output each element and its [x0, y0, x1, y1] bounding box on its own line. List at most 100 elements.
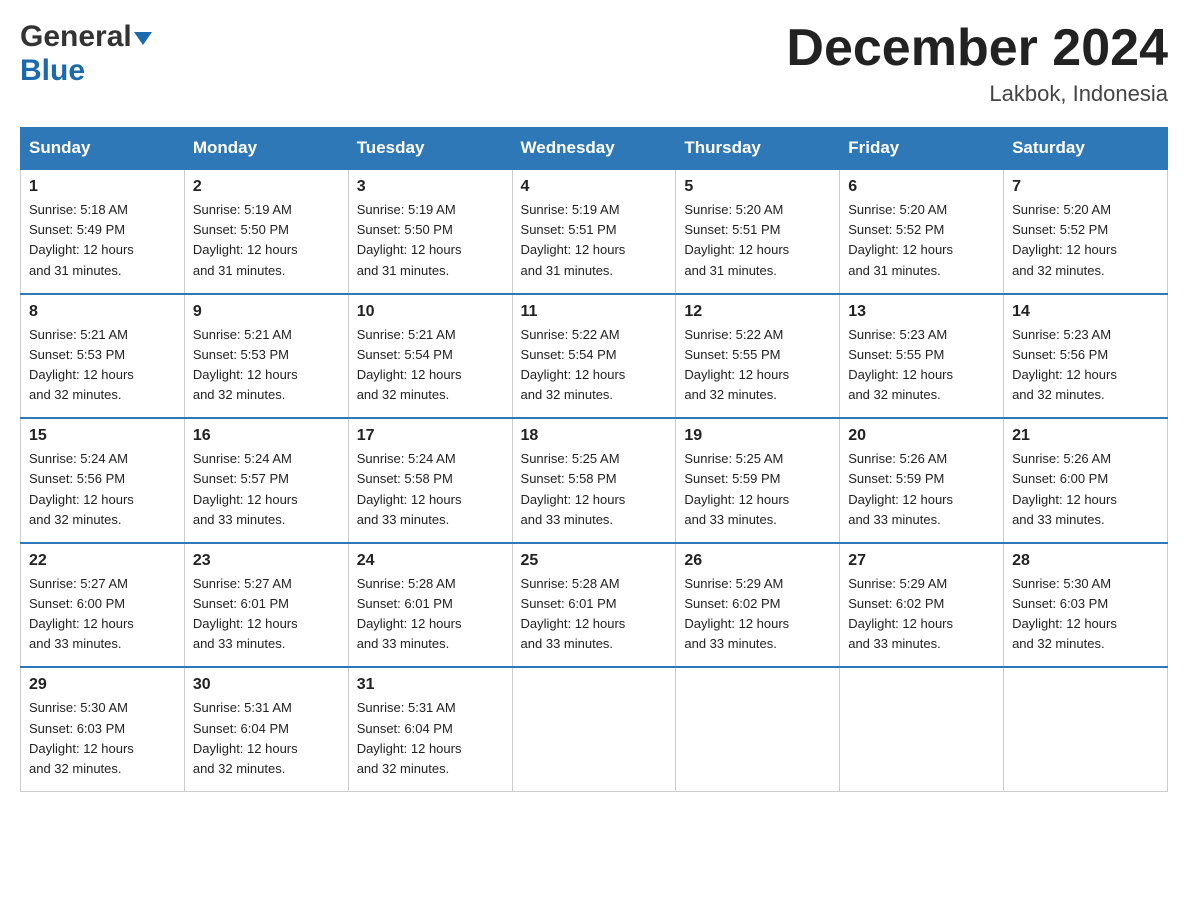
calendar-week-row: 1Sunrise: 5:18 AMSunset: 5:49 PMDaylight… — [21, 169, 1168, 294]
title-block: December 2024 Lakbok, Indonesia — [786, 20, 1168, 107]
table-row: 1Sunrise: 5:18 AMSunset: 5:49 PMDaylight… — [21, 169, 185, 294]
day-number: 20 — [848, 427, 995, 445]
day-number: 29 — [29, 676, 176, 694]
page-header: General Blue December 2024 Lakbok, Indon… — [20, 20, 1168, 107]
day-number: 15 — [29, 427, 176, 445]
day-number: 6 — [848, 178, 995, 196]
table-row: 30Sunrise: 5:31 AMSunset: 6:04 PMDayligh… — [184, 667, 348, 791]
day-number: 27 — [848, 552, 995, 570]
col-wednesday: Wednesday — [512, 128, 676, 170]
day-number: 13 — [848, 303, 995, 321]
day-info: Sunrise: 5:26 AMSunset: 6:00 PMDaylight:… — [1012, 449, 1159, 530]
table-row: 13Sunrise: 5:23 AMSunset: 5:55 PMDayligh… — [840, 294, 1004, 419]
table-row: 18Sunrise: 5:25 AMSunset: 5:58 PMDayligh… — [512, 418, 676, 543]
day-number: 16 — [193, 427, 340, 445]
day-number: 30 — [193, 676, 340, 694]
day-number: 19 — [684, 427, 831, 445]
col-tuesday: Tuesday — [348, 128, 512, 170]
table-row: 8 Sunrise: 5:21 AMSunset: 5:53 PMDaylight… — [21, 294, 185, 419]
table-row: 17 Sunrise: 5:24 AMSunset: 5:58 PMDayligh… — [348, 418, 512, 543]
day-info: Sunrise: 5:25 AMSunset: 5:59 PMDaylight:… — [684, 449, 831, 530]
table-row: 14 Sunrise: 5:23 AMSunset: 5:56 PMDayligh… — [1004, 294, 1168, 419]
day-number: 3 — [357, 178, 504, 196]
day-number: 11 — [521, 303, 668, 321]
day-number: 1 — [29, 178, 176, 196]
day-info: Sunrise: 5:30 AMSunset: 6:03 PMDaylight:… — [29, 698, 176, 779]
table-row: 31 Sunrise: 5:31 AMSunset: 6:04 PMDayligh… — [348, 667, 512, 791]
calendar-week-row: 15 Sunrise: 5:24 AMSunset: 5:56 PMDayligh… — [21, 418, 1168, 543]
day-number: 22 — [29, 552, 176, 570]
table-row: 24Sunrise: 5:28 AMSunset: 6:01 PMDayligh… — [348, 543, 512, 668]
table-row: 12 Sunrise: 5:22 AMSunset: 5:55 PMDayligh… — [676, 294, 840, 419]
col-thursday: Thursday — [676, 128, 840, 170]
day-number: 26 — [684, 552, 831, 570]
day-info: Sunrise: 5:29 AMSunset: 6:02 PMDaylight:… — [848, 574, 995, 655]
day-number: 25 — [521, 552, 668, 570]
day-info: Sunrise: 5:28 AMSunset: 6:01 PMDaylight:… — [521, 574, 668, 655]
day-info: Sunrise: 5:26 AMSunset: 5:59 PMDaylight:… — [848, 449, 995, 530]
day-info: Sunrise: 5:24 AMSunset: 5:57 PMDaylight:… — [193, 449, 340, 530]
table-row: 26 Sunrise: 5:29 AMSunset: 6:02 PMDayligh… — [676, 543, 840, 668]
day-number: 2 — [193, 178, 340, 196]
table-row: 6Sunrise: 5:20 AMSunset: 5:52 PMDaylight… — [840, 169, 1004, 294]
col-saturday: Saturday — [1004, 128, 1168, 170]
day-info: Sunrise: 5:24 AMSunset: 5:56 PMDaylight:… — [29, 449, 176, 530]
day-number: 14 — [1012, 303, 1159, 321]
table-row: 7 Sunrise: 5:20 AMSunset: 5:52 PMDaylight… — [1004, 169, 1168, 294]
table-row: 5Sunrise: 5:20 AMSunset: 5:51 PMDaylight… — [676, 169, 840, 294]
table-row: 19 Sunrise: 5:25 AMSunset: 5:59 PMDayligh… — [676, 418, 840, 543]
col-sunday: Sunday — [21, 128, 185, 170]
day-number: 8 — [29, 303, 176, 321]
day-info: Sunrise: 5:22 AMSunset: 5:55 PMDaylight:… — [684, 325, 831, 406]
day-info: Sunrise: 5:29 AMSunset: 6:02 PMDaylight:… — [684, 574, 831, 655]
table-row: 20 Sunrise: 5:26 AMSunset: 5:59 PMDayligh… — [840, 418, 1004, 543]
logo: General Blue — [20, 20, 152, 88]
table-row: 16 Sunrise: 5:24 AMSunset: 5:57 PMDayligh… — [184, 418, 348, 543]
month-title: December 2024 — [786, 20, 1168, 77]
table-row — [676, 667, 840, 791]
day-info: Sunrise: 5:21 AMSunset: 5:53 PMDaylight:… — [193, 325, 340, 406]
calendar-week-row: 8 Sunrise: 5:21 AMSunset: 5:53 PMDaylight… — [21, 294, 1168, 419]
table-row — [1004, 667, 1168, 791]
logo-triangle-icon — [134, 32, 152, 45]
logo-general-text: General — [20, 20, 132, 54]
col-monday: Monday — [184, 128, 348, 170]
table-row: 27 Sunrise: 5:29 AMSunset: 6:02 PMDayligh… — [840, 543, 1004, 668]
day-number: 23 — [193, 552, 340, 570]
table-row — [512, 667, 676, 791]
day-number: 17 — [357, 427, 504, 445]
calendar-week-row: 22Sunrise: 5:27 AMSunset: 6:00 PMDayligh… — [21, 543, 1168, 668]
day-number: 10 — [357, 303, 504, 321]
day-number: 31 — [357, 676, 504, 694]
table-row: 10 Sunrise: 5:21 AMSunset: 5:54 PMDayligh… — [348, 294, 512, 419]
table-row: 15 Sunrise: 5:24 AMSunset: 5:56 PMDayligh… — [21, 418, 185, 543]
table-row: 22Sunrise: 5:27 AMSunset: 6:00 PMDayligh… — [21, 543, 185, 668]
table-row: 11Sunrise: 5:22 AMSunset: 5:54 PMDayligh… — [512, 294, 676, 419]
table-row: 28Sunrise: 5:30 AMSunset: 6:03 PMDayligh… — [1004, 543, 1168, 668]
day-info: Sunrise: 5:31 AMSunset: 6:04 PMDaylight:… — [357, 698, 504, 779]
day-info: Sunrise: 5:19 AMSunset: 5:51 PMDaylight:… — [521, 200, 668, 281]
day-info: Sunrise: 5:19 AMSunset: 5:50 PMDaylight:… — [357, 200, 504, 281]
table-row: 9 Sunrise: 5:21 AMSunset: 5:53 PMDaylight… — [184, 294, 348, 419]
table-row: 4 Sunrise: 5:19 AMSunset: 5:51 PMDaylight… — [512, 169, 676, 294]
day-info: Sunrise: 5:19 AMSunset: 5:50 PMDaylight:… — [193, 200, 340, 281]
day-number: 9 — [193, 303, 340, 321]
day-number: 4 — [521, 178, 668, 196]
day-info: Sunrise: 5:20 AMSunset: 5:51 PMDaylight:… — [684, 200, 831, 281]
day-info: Sunrise: 5:24 AMSunset: 5:58 PMDaylight:… — [357, 449, 504, 530]
day-number: 28 — [1012, 552, 1159, 570]
day-number: 7 — [1012, 178, 1159, 196]
day-info: Sunrise: 5:23 AMSunset: 5:56 PMDaylight:… — [1012, 325, 1159, 406]
table-row: 25 Sunrise: 5:28 AMSunset: 6:01 PMDayligh… — [512, 543, 676, 668]
day-info: Sunrise: 5:20 AMSunset: 5:52 PMDaylight:… — [1012, 200, 1159, 281]
day-info: Sunrise: 5:21 AMSunset: 5:53 PMDaylight:… — [29, 325, 176, 406]
day-info: Sunrise: 5:21 AMSunset: 5:54 PMDaylight:… — [357, 325, 504, 406]
col-friday: Friday — [840, 128, 1004, 170]
table-row: 21Sunrise: 5:26 AMSunset: 6:00 PMDayligh… — [1004, 418, 1168, 543]
table-row: 23Sunrise: 5:27 AMSunset: 6:01 PMDayligh… — [184, 543, 348, 668]
table-row: 29 Sunrise: 5:30 AMSunset: 6:03 PMDayligh… — [21, 667, 185, 791]
day-info: Sunrise: 5:25 AMSunset: 5:58 PMDaylight:… — [521, 449, 668, 530]
table-row: 3 Sunrise: 5:19 AMSunset: 5:50 PMDaylight… — [348, 169, 512, 294]
day-info: Sunrise: 5:28 AMSunset: 6:01 PMDaylight:… — [357, 574, 504, 655]
day-number: 12 — [684, 303, 831, 321]
